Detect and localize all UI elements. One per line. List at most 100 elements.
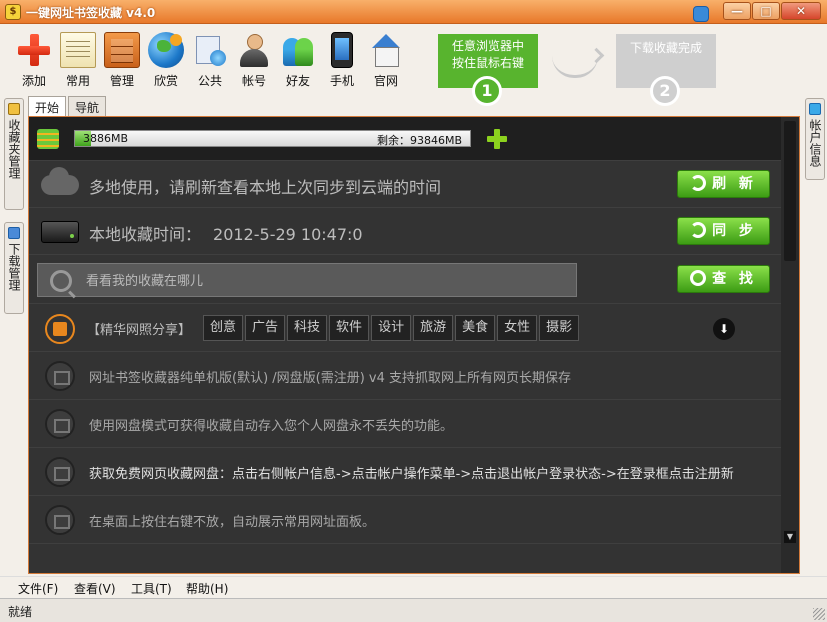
news-item[interactable]: 在桌面上按住右键不放，自动展示常用网址面板。 xyxy=(29,496,781,544)
friends-label: 好友 xyxy=(285,74,310,88)
cloud-sync-message: 多地使用，请刷新查看本地上次同步到云端的时间 xyxy=(89,178,442,197)
image-icon xyxy=(45,457,75,487)
side-tab-account-label: 帐户信息 xyxy=(808,119,822,167)
public-label: 公共 xyxy=(197,74,222,88)
public-button[interactable]: 公共 xyxy=(188,32,232,89)
image-icon xyxy=(45,409,75,439)
tip-step-1-line1: 任意浏览器中 xyxy=(451,39,524,53)
refresh-icon xyxy=(690,175,707,191)
notepad-icon xyxy=(60,32,96,68)
news-text: 网址书签收藏器纯单机版(默认) /网盘版(需注册) v4 支持抓取网上所有网页长… xyxy=(89,371,572,386)
search-row: 查 找 xyxy=(29,255,781,304)
start-panel: 3886MB 剩余：93846MB 多地使用，请刷新查看本地上次同步到云端的时间… xyxy=(28,116,800,574)
account-button[interactable]: 帐号 xyxy=(232,32,276,89)
hard-drive-icon xyxy=(41,221,79,243)
local-time-value: 2012-5-29 10:47:0 xyxy=(213,225,363,244)
search-icon xyxy=(50,270,72,292)
news-text: 获取免费网页收藏网盘：点击右侧帐户信息->点击帐户操作菜单->点击退出帐户登录状… xyxy=(89,467,734,482)
status-text: 就绪 xyxy=(8,605,33,619)
storage-used: 3886MB xyxy=(83,132,129,145)
close-button[interactable]: ✕ xyxy=(781,2,821,20)
common-button[interactable]: 常用 xyxy=(56,32,100,89)
share-icon xyxy=(45,314,75,344)
magnifier-icon xyxy=(690,270,707,286)
user-icon xyxy=(236,32,272,68)
folder-icon xyxy=(8,103,20,115)
tip-step-2-number: 2 xyxy=(650,76,680,106)
status-bar: 就绪 xyxy=(0,598,827,622)
website-button[interactable]: 官网 xyxy=(364,32,408,89)
tip-step-1-line2: 按住鼠标右键 xyxy=(451,56,524,70)
scroll-down-icon[interactable]: ▼ xyxy=(784,531,796,543)
scrollbar-thumb[interactable] xyxy=(784,121,796,261)
tip-step-1-number: 1 xyxy=(472,76,502,106)
side-tab-download-label: 下载管理 xyxy=(7,243,21,291)
category-item[interactable]: 科技 xyxy=(287,315,328,341)
side-tab-favorites-label: 收藏夹管理 xyxy=(7,119,21,179)
scrollbar[interactable]: ▼ xyxy=(781,117,799,573)
refresh-button[interactable]: 刷 新 xyxy=(677,170,770,198)
phone-button[interactable]: 手机 xyxy=(320,32,364,89)
category-item[interactable]: 美食 xyxy=(455,315,496,341)
arrow-right-icon xyxy=(552,56,598,78)
menu-help[interactable]: 帮助(H) xyxy=(186,580,228,597)
categories-row: 【精华网照分享】 创意 广告 科技 软件 设计 旅游 美食 女性 摄影 ⬇ xyxy=(29,304,781,352)
enjoy-label: 欣赏 xyxy=(153,74,178,88)
app-icon: $ xyxy=(5,4,21,20)
add-button[interactable]: 添加 xyxy=(12,32,56,89)
download-icon xyxy=(8,227,20,239)
resize-grip[interactable] xyxy=(813,608,825,620)
category-item[interactable]: 创意 xyxy=(203,315,244,341)
website-label: 官网 xyxy=(373,74,398,88)
tab-navigation[interactable]: 导航 xyxy=(68,96,107,116)
local-time-row: 本地收藏时间： 2012-5-29 10:47:0 同 步 xyxy=(29,208,781,255)
friends-icon xyxy=(280,32,316,68)
storage-row: 3886MB 剩余：93846MB xyxy=(29,117,781,161)
category-item[interactable]: 摄影 xyxy=(539,315,580,341)
menu-view[interactable]: 查看(V) xyxy=(74,580,116,597)
minimize-button[interactable]: — xyxy=(723,2,751,20)
categories-title: 【精华网照分享】 xyxy=(87,323,192,338)
image-icon xyxy=(45,505,75,535)
sync-button[interactable]: 同 步 xyxy=(677,217,770,245)
category-item[interactable]: 设计 xyxy=(371,315,412,341)
maximize-button[interactable]: □ xyxy=(752,2,780,20)
side-tab-account-info[interactable]: 帐户信息 xyxy=(805,98,825,180)
storage-icon xyxy=(37,129,59,149)
manage-button[interactable]: 管理 xyxy=(100,32,144,89)
storage-free: 剩余：93846MB xyxy=(376,134,462,147)
category-item[interactable]: 广告 xyxy=(245,315,286,341)
category-item[interactable]: 女性 xyxy=(497,315,538,341)
friends-button[interactable]: 好友 xyxy=(276,32,320,89)
find-button[interactable]: 查 找 xyxy=(677,265,770,293)
local-time-label: 本地收藏时间： xyxy=(89,225,202,244)
toolbar: 添加 常用 管理 欣赏 公共 帐号 好友 手机 官网 任意浏览器中 按住鼠标右键… xyxy=(0,24,827,106)
public-icon xyxy=(192,32,228,68)
category-list: 创意 广告 科技 软件 设计 旅游 美食 女性 摄影 xyxy=(203,315,580,341)
enjoy-button[interactable]: 欣赏 xyxy=(144,32,188,89)
menu-file[interactable]: 文件(F) xyxy=(18,580,58,597)
side-tab-favorites-manage[interactable]: 收藏夹管理 xyxy=(4,98,24,210)
cabinet-icon xyxy=(104,32,140,68)
tab-start[interactable]: 开始 xyxy=(28,96,67,116)
main-tabs: 开始 导航 xyxy=(28,96,108,116)
news-item[interactable]: 使用网盘模式可获得收藏自动存入您个人网盘永不丢失的功能。 xyxy=(29,400,781,448)
add-storage-icon[interactable] xyxy=(487,129,507,149)
menu-bar: 文件(F) 查看(V) 工具(T) 帮助(H) xyxy=(0,576,827,598)
news-item[interactable]: 获取免费网页收藏网盘：点击右侧帐户信息->点击帐户操作菜单->点击退出帐户登录状… xyxy=(29,448,781,496)
arrow-down-icon[interactable]: ⬇ xyxy=(713,318,735,340)
side-tab-download-manage[interactable]: 下载管理 xyxy=(4,222,24,314)
skin-icon[interactable] xyxy=(693,6,709,22)
manage-label: 管理 xyxy=(109,74,134,88)
title-bar: $ 一键网址书签收藏 v4.0 — □ ✕ xyxy=(0,0,827,24)
storage-bar: 3886MB 剩余：93846MB xyxy=(74,130,471,147)
home-icon xyxy=(368,32,404,68)
sync-icon xyxy=(690,222,707,238)
users-icon xyxy=(809,103,821,115)
category-item[interactable]: 旅游 xyxy=(413,315,454,341)
category-item[interactable]: 软件 xyxy=(329,315,370,341)
news-item[interactable]: 网址书签收藏器纯单机版(默认) /网盘版(需注册) v4 支持抓取网上所有网页长… xyxy=(29,352,781,400)
search-box xyxy=(37,263,577,297)
search-input[interactable] xyxy=(86,271,566,291)
menu-tools[interactable]: 工具(T) xyxy=(131,580,172,597)
